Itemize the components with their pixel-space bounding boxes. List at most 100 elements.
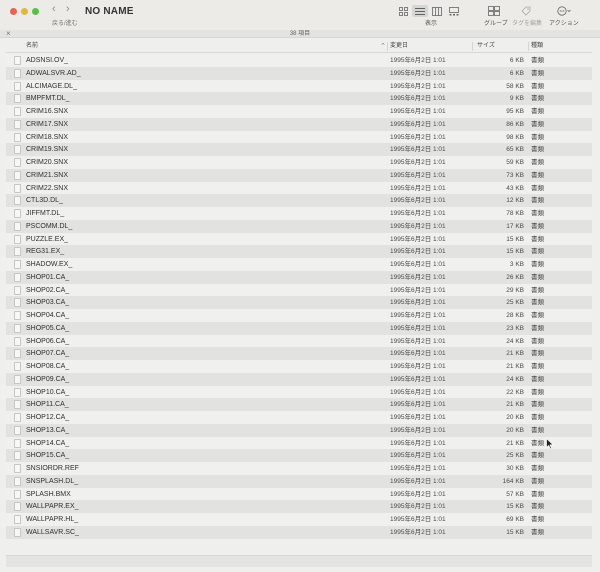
close-window-button[interactable] — [10, 8, 17, 15]
file-row[interactable]: CRIM22.SNX 1995年6月2日 1:01 43 KB 書類 — [6, 181, 592, 195]
file-row[interactable]: CRIM20.SNX 1995年6月2日 1:01 59 KB 書類 — [6, 156, 592, 169]
file-row[interactable]: JIFFMT.DL_ 1995年6月2日 1:01 78 KB 書類 — [6, 207, 592, 220]
fullscreen-window-button[interactable] — [32, 8, 39, 15]
file-size: 6 KB — [509, 57, 524, 64]
file-row[interactable]: ALCIMAGE.DL_ 1995年6月2日 1:01 58 KB 書類 — [6, 79, 592, 93]
file-row[interactable]: SHOP10.CA_ 1995年6月2日 1:01 22 KB 書類 — [6, 385, 592, 399]
ellipsis-circle-icon — [557, 6, 571, 16]
file-row[interactable]: SPLASH.BMX 1995年6月2日 1:01 57 KB 書類 — [6, 487, 592, 501]
file-modified-date: 1995年6月2日 1:01 — [390, 197, 446, 205]
file-row[interactable]: CRIM21.SNX 1995年6月2日 1:01 73 KB 書類 — [6, 168, 592, 182]
file-row[interactable]: SHADOW.EX_ 1995年6月2日 1:01 3 KB 書類 — [6, 258, 592, 271]
file-row[interactable]: CRIM19.SNX 1995年6月2日 1:01 65 KB 書類 — [6, 143, 592, 156]
file-kind: 書類 — [531, 477, 544, 485]
file-modified-date: 1995年6月2日 1:01 — [390, 210, 446, 217]
file-row[interactable]: SHOP14.CA_ 1995年6月2日 1:01 21 KB 書類 — [6, 436, 592, 450]
file-row[interactable]: CTL3D.DL_ 1995年6月2日 1:01 12 KB 書類 — [6, 194, 592, 207]
file-name: REG31.EX_ — [26, 248, 65, 256]
file-kind: 書類 — [531, 197, 544, 205]
file-row[interactable]: PSCOMM.DL_ 1995年6月2日 1:01 17 KB 書類 — [6, 219, 592, 233]
column-header-size[interactable]: サイズ — [477, 42, 495, 51]
document-icon — [14, 451, 21, 461]
file-row[interactable]: WALLSAVR.SC_ 1995年6月2日 1:01 15 KB 書類 — [6, 525, 592, 539]
document-icon — [14, 94, 21, 104]
edit-tags-button[interactable] — [518, 5, 534, 17]
file-size: 25 KB — [506, 452, 524, 460]
file-row[interactable]: ADSNSI.OV_ 1995年6月2日 1:01 6 KB 書類 — [6, 54, 592, 67]
icon-view-button[interactable] — [395, 5, 411, 17]
file-row[interactable]: SHOP05.CA_ 1995年6月2日 1:01 23 KB 書類 — [6, 321, 592, 335]
file-row[interactable]: SNSPLASH.DL_ 1995年6月2日 1:01 164 KB 書類 — [6, 474, 592, 488]
file-name: CRIM21.SNX — [26, 171, 69, 179]
file-name: SHOP10.CA_ — [26, 388, 70, 396]
file-kind: 書類 — [531, 337, 544, 345]
column-header-modified[interactable]: 変更日 — [390, 42, 408, 51]
file-kind: 書類 — [531, 363, 544, 370]
minimize-window-button[interactable] — [21, 8, 28, 15]
file-row[interactable]: WALLPAPR.EX_ 1995年6月2日 1:01 15 KB 書類 — [6, 500, 592, 513]
document-icon — [14, 527, 21, 537]
file-modified-date: 1995年6月2日 1:01 — [390, 273, 446, 281]
file-size: 30 KB — [506, 465, 524, 472]
file-row[interactable]: SHOP03.CA_ 1995年6月2日 1:01 25 KB 書類 — [6, 296, 592, 309]
file-size: 15 KB — [506, 503, 524, 511]
back-chevron-icon[interactable]: ‹ — [52, 3, 56, 15]
file-kind: 書類 — [531, 439, 544, 447]
file-row[interactable]: SHOP01.CA_ 1995年6月2日 1:01 26 KB 書類 — [6, 270, 592, 284]
file-modified-date: 1995年6月2日 1:01 — [390, 95, 446, 103]
file-row[interactable]: SHOP02.CA_ 1995年6月2日 1:01 29 KB 書類 — [6, 283, 592, 297]
file-modified-date: 1995年6月2日 1:01 — [390, 248, 446, 256]
file-row[interactable]: SHOP13.CA_ 1995年6月2日 1:01 20 KB 書類 — [6, 423, 592, 437]
gallery-view-button[interactable] — [446, 5, 462, 17]
column-divider[interactable] — [528, 42, 529, 51]
column-view-button[interactable] — [429, 5, 445, 17]
file-row[interactable]: CRIM17.SNX 1995年6月2日 1:01 86 KB 書類 — [6, 117, 592, 131]
file-kind: 書類 — [531, 324, 544, 332]
group-button[interactable] — [486, 5, 502, 17]
columns-icon — [432, 6, 442, 16]
file-modified-date: 1995年6月2日 1:01 — [390, 528, 446, 536]
file-row[interactable]: SNSIORDR.REF 1995年6月2日 1:01 30 KB 書類 — [6, 462, 592, 475]
file-name: SHOP15.CA_ — [26, 452, 70, 460]
document-icon — [14, 476, 21, 486]
action-button[interactable] — [556, 5, 572, 17]
file-row[interactable]: SHOP09.CA_ 1995年6月2日 1:01 24 KB 書類 — [6, 372, 592, 386]
grid-icon — [398, 6, 408, 16]
file-row[interactable]: SHOP12.CA_ 1995年6月2日 1:01 20 KB 書類 — [6, 411, 592, 424]
file-row[interactable]: SHOP06.CA_ 1995年6月2日 1:01 24 KB 書類 — [6, 334, 592, 348]
file-row[interactable]: CRIM16.SNX 1995年6月2日 1:01 95 KB 書類 — [6, 105, 592, 118]
document-icon — [14, 362, 21, 371]
file-name: WALLSAVR.SC_ — [26, 528, 79, 536]
file-kind: 書類 — [531, 388, 544, 396]
list-view-button[interactable] — [412, 5, 428, 17]
file-row[interactable]: CRIM18.SNX 1995年6月2日 1:01 98 KB 書類 — [6, 130, 592, 144]
column-divider[interactable] — [387, 42, 388, 51]
file-row[interactable]: PUZZLE.EX_ 1995年6月2日 1:01 15 KB 書類 — [6, 232, 592, 246]
document-icon — [14, 196, 21, 206]
file-modified-date: 1995年6月2日 1:01 — [390, 490, 446, 498]
file-row[interactable]: BMPFMT.DL_ 1995年6月2日 1:01 9 KB 書類 — [6, 92, 592, 105]
file-row[interactable]: ADWALSVR.AD_ 1995年6月2日 1:01 6 KB 書類 — [6, 66, 592, 80]
file-kind: 書類 — [531, 426, 544, 434]
column-header-kind[interactable]: 種類 — [531, 42, 543, 51]
column-header-name[interactable]: 名前 — [26, 42, 38, 51]
file-modified-date: 1995年6月2日 1:01 — [390, 337, 446, 345]
file-row[interactable]: SHOP08.CA_ 1995年6月2日 1:01 21 KB 書類 — [6, 360, 592, 373]
file-row[interactable]: SHOP11.CA_ 1995年6月2日 1:01 21 KB 書類 — [6, 398, 592, 411]
document-icon — [14, 260, 21, 269]
file-name: SHOP04.CA_ — [26, 312, 70, 319]
forward-chevron-icon[interactable]: › — [66, 3, 70, 15]
file-kind: 書類 — [531, 312, 544, 319]
document-icon — [14, 502, 21, 512]
file-row[interactable]: SHOP07.CA_ 1995年6月2日 1:01 21 KB 書類 — [6, 347, 592, 360]
file-modified-date: 1995年6月2日 1:01 — [390, 146, 446, 154]
file-modified-date: 1995年6月2日 1:01 — [390, 426, 446, 434]
file-row[interactable]: SHOP04.CA_ 1995年6月2日 1:01 28 KB 書類 — [6, 309, 592, 322]
file-row[interactable]: WALLPAPR.HL_ 1995年6月2日 1:01 69 KB 書類 — [6, 513, 592, 526]
file-kind: 書類 — [531, 490, 544, 498]
view-label: 表示 — [425, 21, 438, 27]
file-row[interactable]: REG31.EX_ 1995年6月2日 1:01 15 KB 書類 — [6, 245, 592, 258]
file-kind: 書類 — [531, 120, 544, 128]
file-row[interactable]: SHOP15.CA_ 1995年6月2日 1:01 25 KB 書類 — [6, 449, 592, 462]
column-divider[interactable] — [472, 42, 473, 51]
